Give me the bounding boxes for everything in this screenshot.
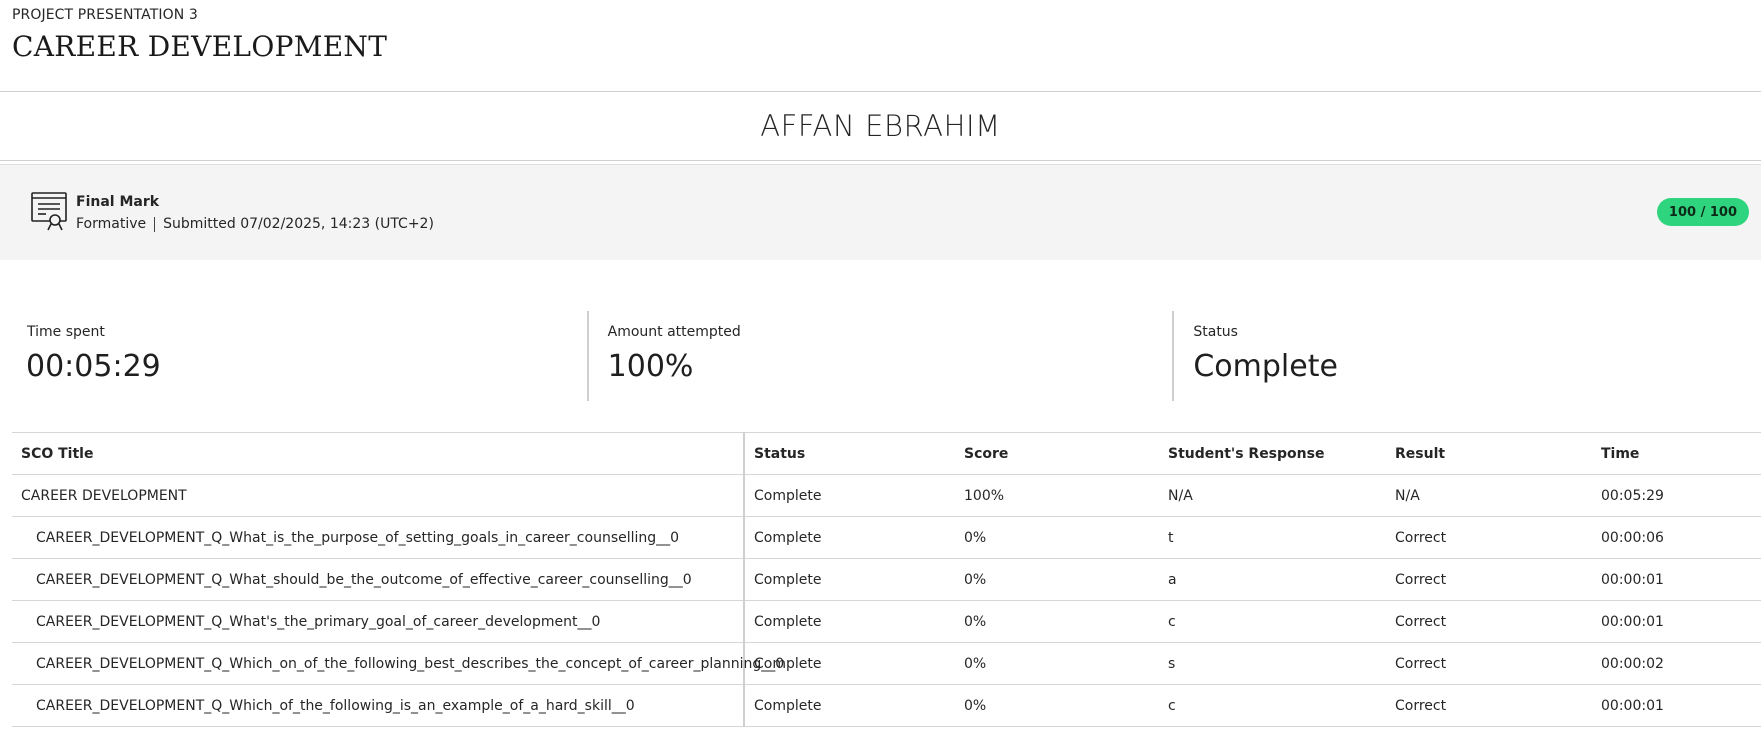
- cell-student-response: N/A: [1159, 474, 1386, 517]
- table-row: CAREER_DEVELOPMENT_Q_Which_of_the_follow…: [12, 684, 1761, 727]
- sco-results-table-wrapper: SCO Title Status Score Student's Respons…: [12, 432, 1761, 727]
- submission-timestamp: Submitted 07/02/2025, 14:23 (UTC+2): [163, 216, 434, 232]
- page-header: PROJECT PRESENTATION 3 CAREER DEVELOPMEN…: [0, 0, 1761, 92]
- cell-sco-title: CAREER_DEVELOPMENT_Q_What_should_be_the_…: [12, 558, 745, 601]
- assignment-category: PROJECT PRESENTATION 3: [12, 7, 198, 23]
- stat-time-spent: Time spent 00:05:29: [0, 311, 587, 401]
- cell-time: 00:00:01: [1592, 600, 1761, 643]
- stat-value: 100%: [607, 349, 694, 384]
- meta-divider: [154, 216, 156, 232]
- student-name-banner: AFFAN EBRAHIM: [0, 92, 1761, 161]
- cell-time: 00:00:01: [1592, 558, 1761, 601]
- certificate-icon: [31, 192, 67, 231]
- cell-status: Complete: [744, 474, 955, 517]
- cell-result: Correct: [1386, 642, 1592, 685]
- stat-value: Complete: [1193, 349, 1338, 384]
- score-badge: 100 / 100: [1656, 198, 1749, 226]
- sco-results-table: SCO Title Status Score Student's Respons…: [12, 432, 1761, 727]
- cell-status: Complete: [744, 516, 955, 559]
- summary-stats: Time spent 00:05:29 Amount attempted 100…: [0, 311, 1761, 401]
- column-header-status: Status: [744, 432, 955, 475]
- column-header-sco-title: SCO Title: [12, 432, 745, 475]
- column-header-result: Result: [1386, 432, 1592, 475]
- cell-time: 00:00:02: [1592, 642, 1761, 685]
- cell-student-response: s: [1159, 642, 1386, 685]
- stat-amount-attempted: Amount attempted 100%: [586, 311, 1173, 401]
- column-header-score: Score: [955, 432, 1159, 475]
- table-row: CAREER_DEVELOPMENT_Q_What's_the_primary_…: [12, 600, 1761, 643]
- final-mark-meta: Formative Submitted 07/02/2025, 14:23 (U…: [76, 216, 434, 232]
- cell-status: Complete: [744, 558, 955, 601]
- table-row: CAREER_DEVELOPMENT_Q_What_should_be_the_…: [12, 558, 1761, 601]
- page-title: CAREER DEVELOPMENT: [12, 30, 388, 63]
- table-header-row: SCO Title Status Score Student's Respons…: [12, 432, 1761, 475]
- final-mark-bar: Final Mark Formative Submitted 07/02/202…: [0, 164, 1761, 260]
- table-row: CAREER_DEVELOPMENT_Q_What_is_the_purpose…: [12, 516, 1761, 559]
- table-row: CAREER DEVELOPMENT Complete 100% N/A N/A…: [12, 474, 1761, 517]
- cell-time: 00:00:01: [1592, 684, 1761, 727]
- cell-sco-title: CAREER DEVELOPMENT: [12, 474, 745, 517]
- cell-score: 0%: [955, 600, 1159, 643]
- cell-student-response: c: [1159, 684, 1386, 727]
- stat-value: 00:05:29: [26, 349, 161, 384]
- cell-time: 00:05:29: [1592, 474, 1761, 517]
- cell-result: Correct: [1386, 684, 1592, 727]
- cell-time: 00:00:06: [1592, 516, 1761, 559]
- cell-status: Complete: [744, 600, 955, 643]
- column-header-time: Time: [1592, 432, 1761, 475]
- cell-sco-title: CAREER_DEVELOPMENT_Q_Which_on_of_the_fol…: [12, 642, 784, 685]
- stat-label: Status: [1193, 324, 1238, 340]
- cell-student-response: t: [1159, 516, 1386, 559]
- cell-status: Complete: [744, 684, 955, 727]
- cell-student-response: c: [1159, 600, 1386, 643]
- cell-score: 100%: [955, 474, 1159, 517]
- stat-label: Amount attempted: [607, 324, 741, 340]
- cell-score: 0%: [955, 558, 1159, 601]
- student-name: AFFAN EBRAHIM: [760, 109, 1001, 143]
- cell-result: Correct: [1386, 558, 1592, 601]
- final-mark-label: Final Mark: [76, 194, 160, 210]
- table-row: CAREER_DEVELOPMENT_Q_Which_on_of_the_fol…: [12, 642, 1761, 685]
- cell-score: 0%: [955, 642, 1159, 685]
- stat-status: Status Complete: [1172, 311, 1761, 401]
- cell-sco-title: CAREER_DEVELOPMENT_Q_Which_of_the_follow…: [12, 684, 745, 727]
- column-header-student-response: Student's Response: [1159, 432, 1386, 475]
- cell-result: Correct: [1386, 516, 1592, 559]
- cell-sco-title: CAREER_DEVELOPMENT_Q_What's_the_primary_…: [12, 600, 745, 643]
- cell-student-response: a: [1159, 558, 1386, 601]
- assessment-type: Formative: [76, 216, 147, 232]
- cell-status: Complete: [744, 642, 955, 685]
- cell-score: 0%: [955, 516, 1159, 559]
- cell-sco-title: CAREER_DEVELOPMENT_Q_What_is_the_purpose…: [12, 516, 745, 559]
- cell-result: N/A: [1386, 474, 1592, 517]
- stat-label: Time spent: [27, 324, 105, 340]
- cell-score: 0%: [955, 684, 1159, 727]
- cell-result: Correct: [1386, 600, 1592, 643]
